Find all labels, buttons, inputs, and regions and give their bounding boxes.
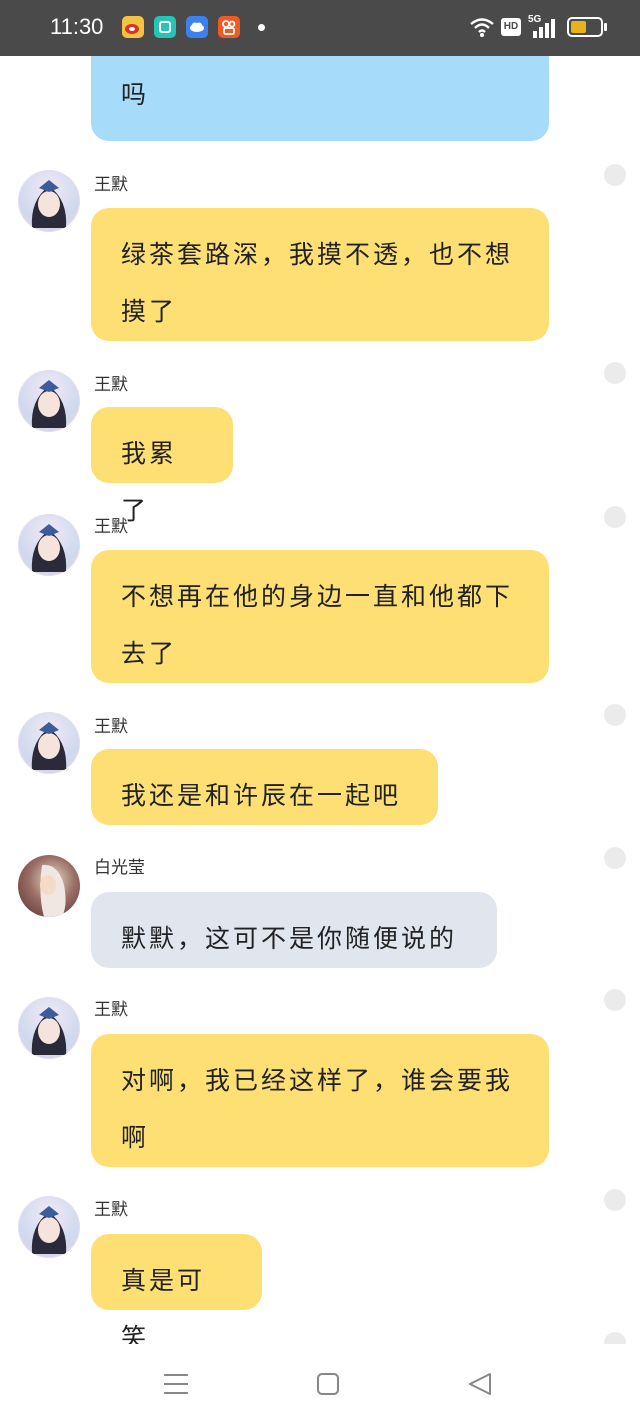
message-text: 真是可笑 xyxy=(121,1266,206,1344)
message-text: 绿茶套路深，我摸不透，也不想摸了 xyxy=(121,240,514,326)
select-radio[interactable] xyxy=(604,164,626,186)
avatar[interactable] xyxy=(18,997,80,1059)
message-bubble[interactable]: 绿茶套路深，我摸不透，也不想摸了 xyxy=(91,208,549,341)
sender-name: 白光莹 xyxy=(94,858,145,878)
select-radio[interactable] xyxy=(604,1332,626,1344)
message-text: 我累了 xyxy=(121,439,178,525)
select-radio[interactable] xyxy=(604,362,626,384)
message-bubble[interactable]: 对啊，我已经这样了，谁会要我啊 xyxy=(91,1034,549,1167)
back-icon[interactable] xyxy=(460,1366,500,1402)
message-bubble[interactable]: 我还是和许辰在一起吧 xyxy=(91,749,438,825)
select-radio[interactable] xyxy=(604,704,626,726)
wifi-icon xyxy=(470,18,494,37)
status-bar: 11:30 HD 5G xyxy=(0,0,640,56)
message-bubble[interactable]: 真是可笑 xyxy=(91,1234,262,1344)
kuaishou-icon xyxy=(218,16,240,38)
battery-level xyxy=(571,21,586,33)
home-icon[interactable] xyxy=(308,1366,348,1402)
weibo-icon xyxy=(122,16,144,38)
chat-area[interactable]: 吗 王默 绿茶套路深，我摸不透，也不想摸了 王默 我累了 王默 不想再在他的身边… xyxy=(0,56,640,1344)
avatar[interactable] xyxy=(18,370,80,432)
cloud-icon xyxy=(186,16,208,38)
message-text: 默默，这可不是你随便说的 xyxy=(121,924,458,953)
message-bubble[interactable]: 不想再在他的身边一直和他都下去了 xyxy=(91,550,549,683)
message-text: 吗 xyxy=(121,80,150,109)
notification-dot xyxy=(258,24,265,31)
menu-icon[interactable] xyxy=(156,1366,196,1402)
sender-name: 王默 xyxy=(94,1200,128,1220)
navigation-bar xyxy=(0,1344,640,1422)
hd-badge: HD xyxy=(501,18,521,36)
signal-icon xyxy=(533,19,555,38)
status-time: 11:30 xyxy=(50,14,104,39)
select-radio[interactable] xyxy=(604,989,626,1011)
battery-icon xyxy=(567,17,603,37)
message-bubble[interactable]: 吗 xyxy=(91,56,549,141)
message-bubble[interactable]: 我累了 xyxy=(91,407,233,525)
avatar[interactable] xyxy=(18,712,80,774)
avatar[interactable] xyxy=(18,1196,80,1258)
avatar[interactable] xyxy=(18,170,80,232)
sender-name: 王默 xyxy=(94,375,128,395)
avatar[interactable] xyxy=(18,855,80,917)
select-radio[interactable] xyxy=(604,1189,626,1211)
message-bubble[interactable]: 默默，这可不是你随便说的 xyxy=(91,892,497,968)
sender-name: 王默 xyxy=(94,1000,128,1020)
app-store-icon xyxy=(154,16,176,38)
message-text: 对啊，我已经这样了，谁会要我啊 xyxy=(121,1066,514,1152)
sender-name: 王默 xyxy=(94,717,128,737)
select-radio[interactable] xyxy=(604,847,626,869)
message-text: 不想再在他的身边一直和他都下去了 xyxy=(121,582,514,668)
sender-name: 王默 xyxy=(94,175,128,195)
message-text: 我还是和许辰在一起吧 xyxy=(121,781,402,810)
sender-name: 王默 xyxy=(94,517,128,537)
battery-tip xyxy=(604,23,607,31)
avatar[interactable] xyxy=(18,514,80,576)
select-radio[interactable] xyxy=(604,506,626,528)
